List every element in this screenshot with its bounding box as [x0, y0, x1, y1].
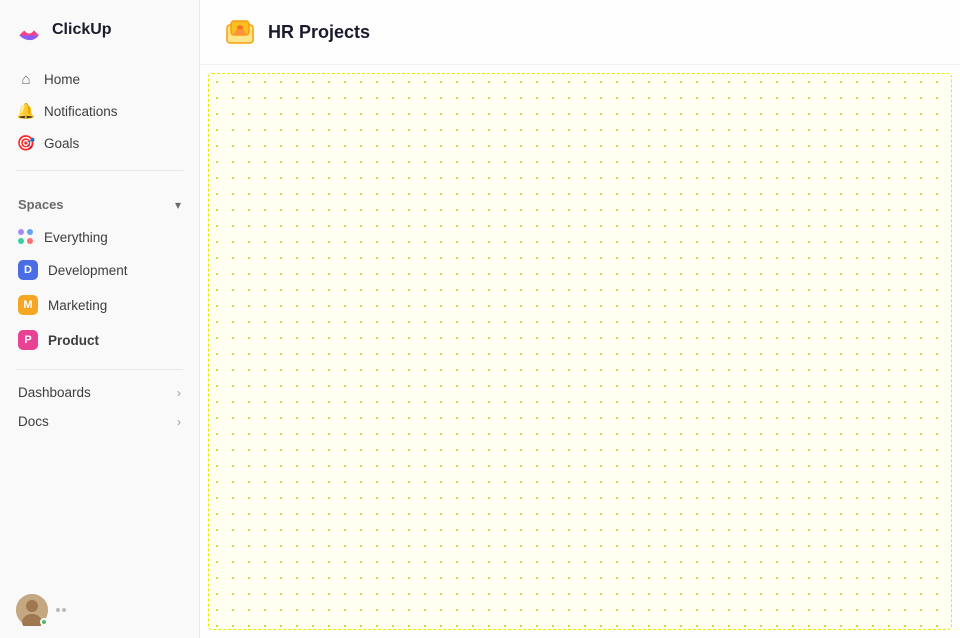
sidebar-item-dashboards[interactable]: Dashboards ›	[8, 378, 191, 407]
goals-icon: 🎯	[18, 135, 34, 151]
development-avatar: D	[18, 260, 38, 280]
sidebar-item-notifications-label: Notifications	[44, 104, 118, 119]
avatar	[16, 594, 48, 626]
marketing-avatar: M	[18, 295, 38, 315]
sidebar-item-marketing[interactable]: M Marketing	[8, 288, 191, 322]
main-nav: ⌂ Home 🔔 Notifications 🎯 Goals	[0, 60, 199, 162]
sidebar-item-goals[interactable]: 🎯 Goals	[8, 128, 191, 158]
spaces-label: Spaces	[18, 197, 64, 212]
status-dot-2	[62, 608, 66, 612]
logo-text: ClickUp	[52, 21, 112, 39]
product-label: Product	[48, 333, 99, 348]
docs-chevron-icon: ›	[177, 415, 181, 429]
online-status-indicator	[40, 618, 48, 626]
hr-projects-icon	[224, 16, 256, 48]
home-icon: ⌂	[18, 71, 34, 87]
sidebar-item-home-label: Home	[44, 72, 80, 87]
sidebar-item-goals-label: Goals	[44, 136, 79, 151]
status-dot-1	[56, 608, 60, 612]
sidebar-item-home[interactable]: ⌂ Home	[8, 64, 191, 94]
divider-1	[16, 170, 183, 171]
clickup-logo-icon	[16, 16, 44, 44]
canvas-area	[208, 73, 952, 630]
sidebar-item-docs[interactable]: Docs ›	[8, 407, 191, 436]
marketing-label: Marketing	[48, 298, 107, 313]
spaces-chevron-icon: ▾	[175, 198, 181, 212]
dashboards-label: Dashboards	[18, 385, 91, 400]
development-label: Development	[48, 263, 128, 278]
user-area[interactable]	[0, 582, 199, 638]
divider-2	[16, 369, 183, 370]
bell-icon: 🔔	[18, 103, 34, 119]
sidebar-item-development[interactable]: D Development	[8, 253, 191, 287]
spaces-list: Everything D Development M Marketing P	[8, 222, 191, 357]
product-avatar: P	[18, 330, 38, 350]
sidebar: ClickUp ⌂ Home 🔔 Notifications 🎯 Goals S…	[0, 0, 200, 638]
dashboards-chevron-icon: ›	[177, 386, 181, 400]
everything-icon	[18, 229, 34, 245]
user-status-dots	[56, 608, 66, 612]
sidebar-item-everything[interactable]: Everything	[8, 222, 191, 252]
main-content: HR Projects	[200, 0, 960, 638]
spaces-section: Spaces ▾ Everything D Development	[0, 179, 199, 361]
page-header: HR Projects	[200, 0, 960, 65]
everything-label: Everything	[44, 230, 108, 245]
docs-label: Docs	[18, 414, 49, 429]
spaces-header[interactable]: Spaces ▾	[8, 191, 191, 218]
logo-area[interactable]: ClickUp	[0, 0, 199, 60]
sidebar-item-product[interactable]: P Product	[8, 323, 191, 357]
page-title: HR Projects	[268, 22, 370, 43]
sidebar-item-notifications[interactable]: 🔔 Notifications	[8, 96, 191, 126]
